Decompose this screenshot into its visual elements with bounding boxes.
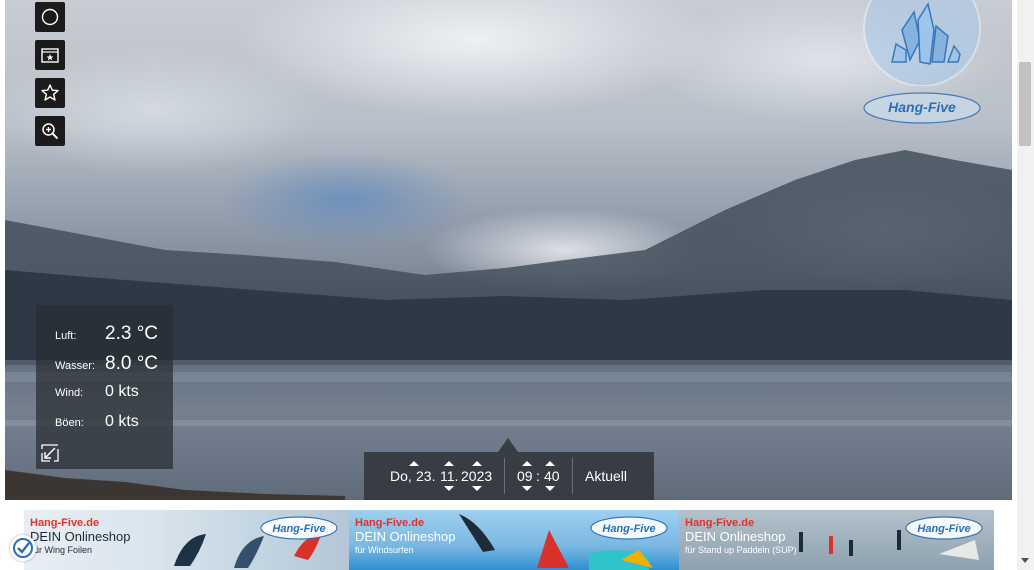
ad-subline: für Stand up Paddeln (SUP): [685, 545, 797, 555]
gallery-icon: [41, 48, 59, 63]
water-temperature-row: Wasser: 8.0 °C: [55, 353, 173, 383]
date-weekday: Do,: [390, 468, 412, 484]
ad-sponsor-logo-text: Hang-Five: [917, 523, 970, 535]
crystal-logo: [863, 0, 981, 86]
ad-sponsor-logo-text: Hang-Five: [602, 523, 655, 535]
water-label: Wasser:: [55, 360, 95, 372]
favorite-button[interactable]: [35, 78, 65, 108]
sponsor-logo: Hang-Five: [863, 92, 981, 124]
vertical-scrollbar[interactable]: [1017, 0, 1034, 570]
year-up-arrow[interactable]: [472, 461, 482, 466]
expand-panel-icon[interactable]: [40, 443, 60, 463]
ad-windsurf[interactable]: Hang-Five.de DEIN Onlineshop für Windsur…: [349, 510, 679, 570]
verified-badge[interactable]: [10, 535, 36, 561]
ad-brand: Hang-Five.de: [685, 517, 755, 529]
wind-row: Wind: 0 kts: [55, 383, 173, 413]
date-month[interactable]: 11.: [440, 468, 458, 484]
month-up-arrow[interactable]: [444, 461, 454, 466]
gallery-button[interactable]: [35, 40, 65, 70]
time-minute[interactable]: 40: [544, 468, 560, 484]
date-year[interactable]: 2023: [461, 468, 492, 484]
zoom-in-icon: [42, 123, 59, 140]
datebar-divider: [504, 458, 505, 494]
current-button[interactable]: Aktuell: [585, 468, 627, 484]
gust-row: Böen: 0 kts: [55, 413, 173, 443]
weather-panel: Luft: 2.3 °C Wasser: 8.0 °C Wind: 0 kts …: [36, 305, 173, 469]
sponsor-logo-text: Hang-Five: [888, 99, 956, 115]
ad-sponsor-logo: Hang-Five: [260, 516, 338, 540]
history-button[interactable]: [35, 2, 65, 32]
zoom-button[interactable]: [35, 116, 65, 146]
day-up-arrow[interactable]: [409, 461, 419, 466]
history-icon: [41, 8, 59, 26]
ad-headline: DEIN Onlineshop: [685, 529, 786, 544]
gust-label: Böen:: [55, 417, 84, 429]
water-value: 8.0 °C: [105, 353, 159, 374]
minute-up-arrow[interactable]: [545, 461, 555, 466]
ad-headline: DEIN Onlineshop: [355, 529, 456, 544]
ad-wing-foil[interactable]: Hang-Five.de DEIN Onlineshop ür Wing Foi…: [24, 510, 349, 570]
air-label: Luft:: [55, 330, 77, 342]
verified-check-icon: [13, 538, 33, 558]
air-temperature-row: Luft: 2.3 °C: [55, 323, 173, 353]
datetime-selector: Do, 23. 11. 2023 09 : 40 Aktuell: [364, 452, 654, 500]
webcam-page: Hang-Five Luft: 2.3 °C Wasser: 8.0 °C Wi…: [0, 0, 1034, 570]
webcam-toolbar: [35, 2, 65, 154]
time-hour[interactable]: 09: [517, 468, 533, 484]
month-down-arrow[interactable]: [444, 486, 454, 491]
ad-brand: Hang-Five.de: [355, 517, 425, 529]
wind-label: Wind:: [55, 387, 84, 399]
hour-up-arrow[interactable]: [522, 461, 532, 466]
minute-down-arrow[interactable]: [545, 486, 555, 491]
date-day[interactable]: 23.: [416, 468, 435, 484]
ad-sponsor-logo: Hang-Five: [590, 516, 668, 540]
ad-subline: für Windsurfen: [355, 545, 414, 555]
air-value: 2.3 °C: [105, 323, 159, 344]
ad-headline: DEIN Onlineshop: [30, 529, 131, 544]
ad-sponsor-logo-text: Hang-Five: [272, 523, 325, 535]
ad-subline: ür Wing Foilen: [34, 545, 93, 555]
scrollbar-thumb[interactable]: [1019, 62, 1031, 146]
year-down-arrow[interactable]: [472, 486, 482, 491]
advertisement-banner: Hang-Five.de DEIN Onlineshop ür Wing Foi…: [24, 510, 994, 570]
datebar-divider: [572, 458, 573, 494]
datebar-pointer: [498, 438, 518, 452]
favorite-star-icon: [41, 84, 59, 101]
time-separator: :: [536, 468, 540, 484]
ad-sup[interactable]: Hang-Five.de DEIN Onlineshop für Stand u…: [679, 510, 994, 570]
ad-brand: Hang-Five.de: [30, 517, 100, 529]
gust-value: 0 kts: [105, 413, 139, 430]
ad-sponsor-logo: Hang-Five: [905, 516, 983, 540]
hour-down-arrow[interactable]: [522, 486, 532, 491]
wind-value: 0 kts: [105, 383, 139, 400]
scroll-down-arrow[interactable]: [1021, 558, 1029, 563]
